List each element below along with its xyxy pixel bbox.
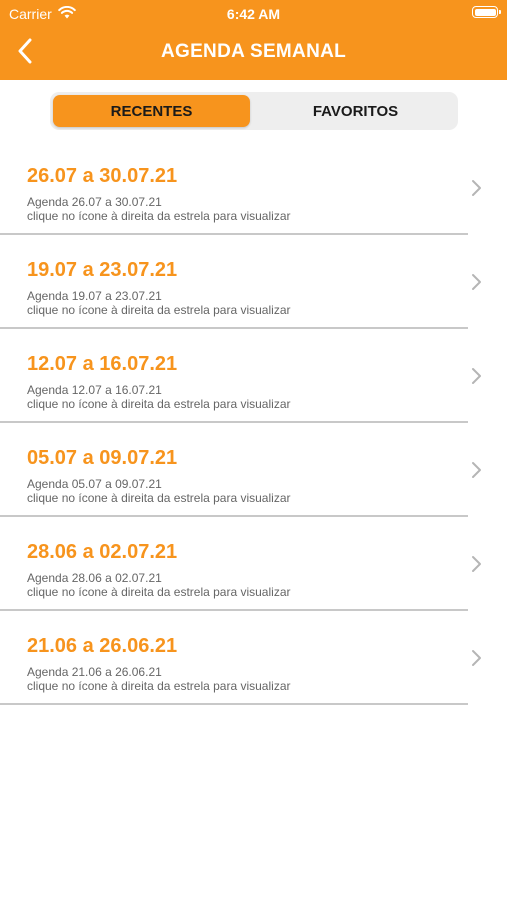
list-item[interactable]: 12.07 a 16.07.21 Agenda 12.07 a 16.07.21… [0,329,507,423]
item-hint: clique no ícone à direita da estrela par… [27,679,291,693]
battery-icon [472,6,501,18]
item-hint: clique no ícone à direita da estrela par… [27,209,291,223]
item-hint: clique no ícone à direita da estrela par… [27,397,291,411]
list-item[interactable]: 28.06 a 02.07.21 Agenda 28.06 a 02.07.21… [0,517,507,611]
item-subtitle: Agenda 12.07 a 16.07.21 [27,383,162,397]
row-divider [0,703,468,705]
status-bar: Carrier 6:42 AM [0,0,507,28]
item-hint: clique no ícone à direita da estrela par… [27,303,291,317]
header: Carrier 6:42 AM AGENDA SEMANAL [0,0,507,80]
item-subtitle-block: Agenda 26.07 a 30.07.21 clique no ícone … [27,195,290,223]
item-hint: clique no ícone à direita da estrela par… [27,585,291,599]
tab-favoritos[interactable]: FAVORITOS [256,95,455,127]
item-subtitle-block: Agenda 28.06 a 02.07.21 clique no ícone … [27,571,290,599]
chevron-right-icon[interactable] [471,273,483,291]
item-title: 26.07 a 30.07.21 [27,165,178,187]
list-item[interactable]: 19.07 a 23.07.21 Agenda 19.07 a 23.07.21… [0,235,507,329]
segmented-control: RECENTES FAVORITOS [50,92,458,130]
item-title: 05.07 a 09.07.21 [27,447,178,469]
chevron-right-icon[interactable] [471,555,483,573]
agenda-list: 26.07 a 30.07.21 Agenda 26.07 a 30.07.21… [0,141,507,705]
screen: Carrier 6:42 AM AGENDA SEMANAL RECENTES … [0,0,507,900]
status-time: 6:42 AM [226,6,281,22]
tab-recentes[interactable]: RECENTES [53,95,250,127]
chevron-right-icon[interactable] [471,649,483,667]
item-title: 21.06 a 26.06.21 [27,635,178,657]
item-hint: clique no ícone à direita da estrela par… [27,491,291,505]
item-subtitle: Agenda 21.06 a 26.06.21 [27,665,162,679]
chevron-right-icon[interactable] [471,179,483,197]
item-subtitle: Agenda 05.07 a 09.07.21 [27,477,162,491]
item-subtitle-block: Agenda 05.07 a 09.07.21 clique no ícone … [27,477,290,505]
item-subtitle-block: Agenda 12.07 a 16.07.21 clique no ícone … [27,383,290,411]
item-title: 19.07 a 23.07.21 [27,259,178,281]
list-item[interactable]: 21.06 a 26.06.21 Agenda 21.06 a 26.06.21… [0,611,507,705]
item-subtitle: Agenda 19.07 a 23.07.21 [27,289,162,303]
chevron-right-icon[interactable] [471,461,483,479]
item-subtitle-block: Agenda 21.06 a 26.06.21 clique no ícone … [27,665,290,693]
item-title: 28.06 a 02.07.21 [27,541,178,563]
item-subtitle: Agenda 26.07 a 30.07.21 [27,195,162,209]
list-item[interactable]: 26.07 a 30.07.21 Agenda 26.07 a 30.07.21… [0,141,507,235]
item-subtitle: Agenda 28.06 a 02.07.21 [27,571,162,585]
chevron-right-icon[interactable] [471,367,483,385]
item-subtitle-block: Agenda 19.07 a 23.07.21 clique no ícone … [27,289,290,317]
list-item[interactable]: 05.07 a 09.07.21 Agenda 05.07 a 09.07.21… [0,423,507,517]
item-title: 12.07 a 16.07.21 [27,353,178,375]
page-title: AGENDA SEMANAL [160,41,347,62]
